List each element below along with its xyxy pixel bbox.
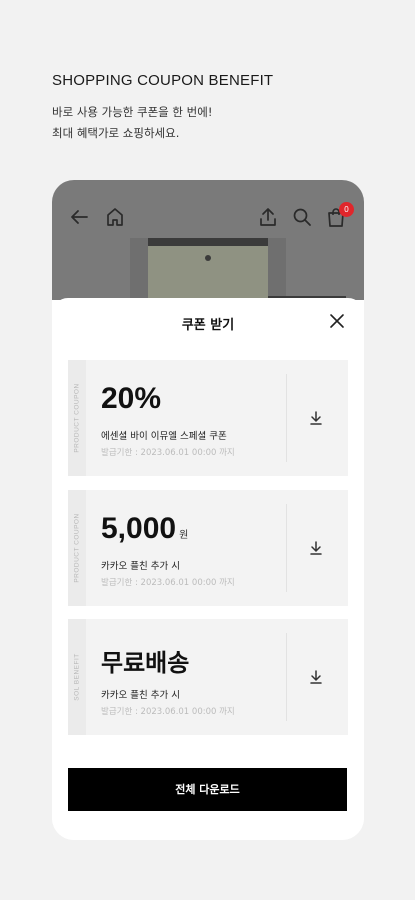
hero-subtitle: 바로 사용 가능한 쿠폰을 한 번에! 최대 혜택가로 쇼핑하세요. [52,102,212,144]
sheet-title: 쿠폰 받기 [181,318,235,333]
coupon-amount: 20% [101,382,164,416]
cart-count-badge: 0 [339,202,354,217]
download-icon[interactable] [306,408,326,428]
coupon-amount: 무료배송 [101,643,192,678]
download-icon[interactable] [306,538,326,558]
home-icon[interactable] [104,206,126,228]
pants-button [205,255,211,261]
share-icon[interactable] [257,206,279,228]
promo-page: SHOPPING COUPON BENEFIT 바로 사용 가능한 쿠폰을 한 … [0,0,415,900]
coupon-amount-value: 무료배송 [101,650,190,677]
coupon-amount-value: 5,000 [101,512,177,545]
coupon-bottom-sheet: 쿠폰 받기 PRODUCT COUPON 20% 에센셜 바이 이뮤엘 스페셜 … [52,298,364,840]
coupon-amount-unit: 원 [179,530,189,541]
coupon-type-label: PRODUCT COUPON [73,383,81,453]
coupon-amount-value: 20% [101,382,162,415]
coupon-type-label: PRODUCT COUPON [73,513,81,583]
coupon-expiry-date: 발급기한 : 2023.06.01 00:00 까지 [101,578,235,588]
hero-subtitle-line2: 최대 혜택가로 쇼핑하세요. [52,126,180,140]
coupon-side-label: PRODUCT COUPON [68,490,86,606]
coupon-type-label: SOL BENEFIT [73,653,81,701]
coupon-card: SOL BENEFIT 무료배송 카카오 플친 추가 시 발급기한 : 2023… [68,619,348,735]
coupon-description: 에센셜 바이 이뮤엘 스페셜 쿠폰 [101,431,227,442]
back-arrow-icon[interactable] [68,206,90,228]
coupon-expiry-date: 발급기한 : 2023.06.01 00:00 까지 [101,448,235,458]
search-icon[interactable] [291,206,313,228]
coupon-amount: 5,000 원 [101,512,188,546]
pants-waist [148,238,268,246]
coupon-card: PRODUCT COUPON 5,000 원 카카오 플친 추가 시 발급기한 :… [68,490,348,606]
coupon-expiry-date: 발급기한 : 2023.06.01 00:00 까지 [101,707,235,717]
hero-title: SHOPPING COUPON BENEFIT [52,72,274,89]
coupon-side-label: PRODUCT COUPON [68,360,86,476]
coupon-description: 카카오 플친 추가 시 [101,561,180,572]
close-icon[interactable] [328,312,346,330]
phone-mockup: 0 쿠폰 받기 PRODUCT COUPON 20% 에센셜 바이 이뮤엘 스페… [52,180,364,840]
coupon-description: 카카오 플친 추가 시 [101,690,180,701]
coupon-divider [286,504,287,592]
coupon-divider [286,633,287,721]
coupon-card: PRODUCT COUPON 20% 에센셜 바이 이뮤엘 스페셜 쿠폰 발급기… [68,360,348,476]
hero-subtitle-line1: 바로 사용 가능한 쿠폰을 한 번에! [52,105,213,119]
coupon-divider [286,374,287,462]
download-icon[interactable] [306,667,326,687]
download-all-button[interactable]: 전체 다운로드 [68,768,347,811]
coupon-side-label: SOL BENEFIT [68,619,86,735]
app-header-dimmed: 0 [52,180,364,312]
